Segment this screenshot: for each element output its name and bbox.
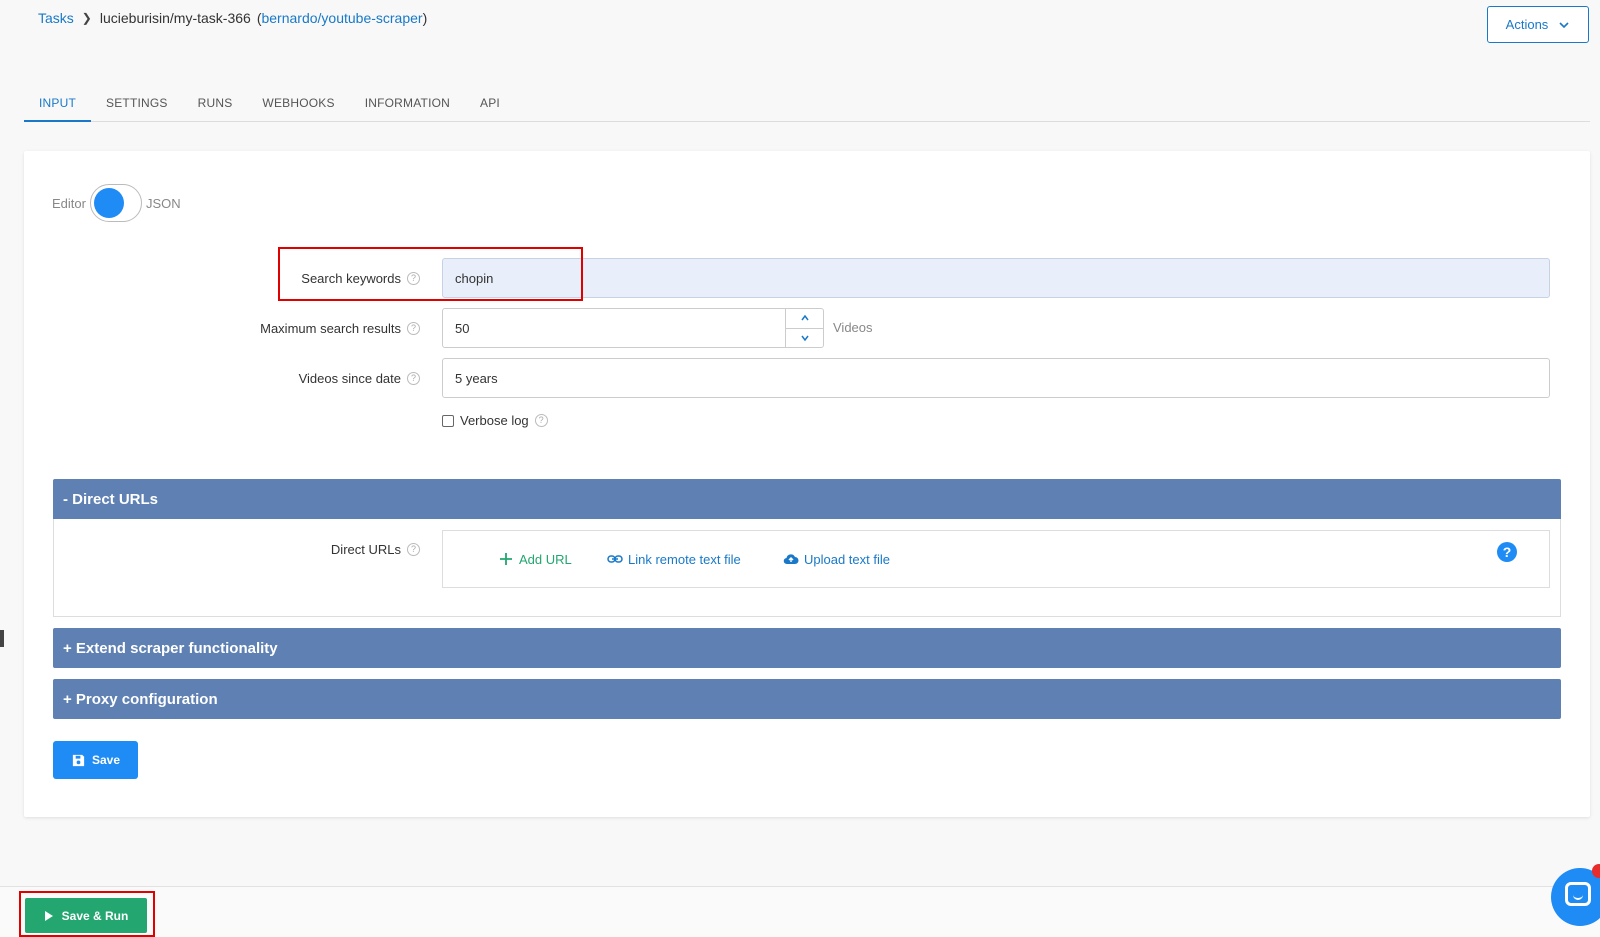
json-label: JSON (145, 195, 181, 211)
link-remote-label: Link remote text file (628, 551, 741, 567)
max-results-unit: Videos (833, 320, 873, 335)
section-direct-urls-title: - Direct URLs (63, 490, 159, 508)
chat-icon (1565, 882, 1591, 906)
breadcrumb-task-name: lucieburisin/my-task-366 (99, 10, 251, 26)
chevron-down-icon (1559, 21, 1569, 28)
help-icon[interactable]: ? (407, 371, 420, 385)
add-url-label: Add URL (519, 551, 572, 567)
actions-dropdown-button[interactable]: Actions (1487, 6, 1589, 43)
tab-runs[interactable]: RUNS (183, 90, 248, 122)
section-proxy-title: + Proxy configuration (63, 690, 218, 708)
play-icon (44, 910, 53, 921)
stepper-down-button[interactable] (786, 329, 823, 348)
stepper-up-button[interactable] (786, 309, 823, 329)
plus-icon (500, 553, 512, 565)
scroll-marker (0, 630, 4, 647)
save-label: Save (91, 753, 121, 767)
save-and-run-button[interactable]: Save & Run (25, 898, 147, 933)
breadcrumb: Tasks ❯ lucieburisin/my-task-366 (bernar… (38, 10, 427, 26)
max-results-stepper[interactable] (785, 308, 824, 348)
verbose-log-checkbox[interactable] (442, 414, 454, 427)
notification-badge (1592, 864, 1600, 878)
breadcrumb-actor-link[interactable]: bernardo/youtube-scraper (261, 10, 422, 26)
search-keywords-label-row: Search keywords ? (224, 258, 420, 298)
help-circle-icon[interactable]: ? (1497, 542, 1517, 562)
link-remote-file-button[interactable]: Link remote text file (607, 551, 741, 567)
upload-text-file-button[interactable]: Upload text file (783, 551, 890, 567)
direct-urls-editor: Add URL Link remote text file Upload tex… (442, 530, 1550, 588)
floppy-disk-icon (72, 754, 85, 766)
cloud-upload-icon (783, 554, 799, 565)
tab-settings[interactable]: SETTINGS (91, 90, 183, 122)
help-icon[interactable]: ? (534, 414, 548, 427)
editor-label: Editor (52, 195, 86, 211)
upload-label: Upload text file (804, 551, 890, 567)
input-card: Editor JSON Search keywords ? chopin Max… (24, 151, 1590, 817)
search-keywords-label: Search keywords (301, 270, 401, 286)
breadcrumb-tasks-link[interactable]: Tasks (38, 10, 74, 26)
max-results-label: Maximum search results (260, 320, 401, 336)
max-results-value: 50 (455, 320, 470, 336)
chevron-right-icon: ❯ (81, 11, 92, 25)
help-icon[interactable]: ? (407, 321, 420, 335)
breadcrumb-close-paren: ) (422, 10, 428, 26)
tab-input[interactable]: INPUT (24, 90, 91, 122)
verbose-log-row: Verbose log ? (442, 413, 548, 428)
verbose-log-label: Verbose log (460, 413, 529, 428)
max-results-label-row: Maximum search results ? (224, 308, 420, 348)
toggle-knob (93, 188, 124, 218)
since-date-label-row: Videos since date ? (224, 358, 420, 398)
section-extend-header[interactable]: + Extend scraper functionality (53, 628, 1561, 668)
section-direct-urls-header[interactable]: - Direct URLs (53, 479, 1561, 519)
footer-bar (0, 886, 1600, 937)
direct-urls-label-row: Direct URLs ? (224, 539, 420, 559)
direct-urls-label: Direct URLs (330, 541, 401, 557)
editor-json-toggle[interactable] (89, 184, 142, 222)
help-icon[interactable]: ? (407, 542, 420, 556)
since-date-input[interactable]: 5 years (442, 358, 1550, 398)
save-run-label: Save & Run (61, 908, 129, 923)
help-icon[interactable]: ? (407, 271, 420, 285)
max-results-input[interactable]: 50 (442, 308, 786, 348)
chat-launcher-button[interactable] (1551, 868, 1600, 926)
chevron-down-icon (800, 335, 809, 341)
tab-api[interactable]: API (465, 90, 515, 122)
since-date-label: Videos since date (298, 370, 401, 386)
chevron-up-icon (800, 315, 809, 321)
section-extend-title: + Extend scraper functionality (63, 639, 278, 657)
add-url-button[interactable]: Add URL (498, 551, 572, 567)
search-keywords-input[interactable]: chopin (442, 258, 1550, 298)
tab-information[interactable]: INFORMATION (350, 90, 465, 122)
actions-label: Actions (1505, 17, 1549, 32)
link-icon (607, 555, 623, 563)
mode-toggle-row: Editor JSON (52, 184, 181, 222)
tab-bar: INPUT SETTINGS RUNS WEBHOOKS INFORMATION… (24, 90, 1590, 122)
save-button[interactable]: Save (53, 741, 138, 779)
section-proxy-header[interactable]: + Proxy configuration (53, 679, 1561, 719)
tab-webhooks[interactable]: WEBHOOKS (247, 90, 349, 122)
since-date-value: 5 years (455, 370, 498, 386)
search-keywords-value: chopin (455, 270, 494, 286)
